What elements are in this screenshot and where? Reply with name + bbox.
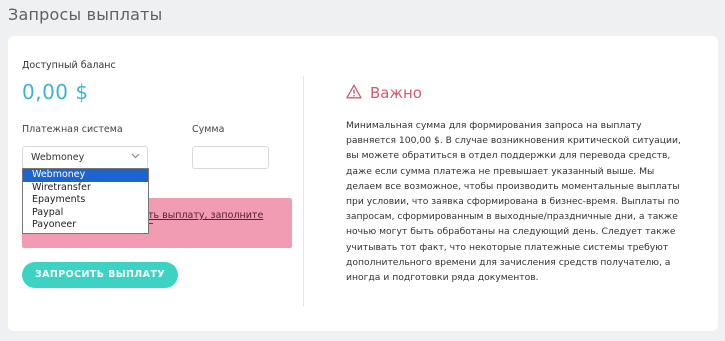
dropdown-option[interactable]: Webmoney	[23, 169, 148, 182]
balance-label: Доступный баланс	[22, 60, 116, 71]
alert-link[interactable]: ть выплату, заполните	[148, 210, 263, 221]
payout-card: Доступный баланс 0,00 $ Платежная систем…	[8, 36, 718, 331]
sum-input[interactable]	[192, 146, 269, 169]
balance-value: 0,00 $	[22, 80, 89, 104]
page-title: Запросы выплаты	[8, 5, 163, 24]
dropdown-option[interactable]: Wiretransfer	[23, 182, 148, 195]
payment-system-selected-value: Webmoney	[31, 152, 85, 163]
warning-triangle-icon	[346, 84, 362, 99]
column-divider	[303, 76, 304, 306]
payment-system-dropdown[interactable]: Webmoney Wiretransfer Epayments Paypal P…	[22, 168, 149, 234]
dropdown-option[interactable]: Paypal	[23, 207, 148, 220]
payment-system-select[interactable]: Webmoney	[22, 146, 148, 169]
sum-label: Сумма	[192, 124, 225, 135]
important-title: Важно	[370, 84, 422, 102]
important-text: Минимальная сумма для формирования запро…	[346, 120, 681, 284]
dropdown-option[interactable]: Epayments	[23, 194, 148, 207]
payment-system-label: Платежная система	[22, 124, 123, 135]
chevron-down-icon	[131, 152, 140, 162]
dropdown-option[interactable]: Payoneer	[23, 219, 148, 232]
request-payout-button[interactable]: ЗАПРОСИТЬ ВЫПЛАТУ	[22, 262, 178, 288]
